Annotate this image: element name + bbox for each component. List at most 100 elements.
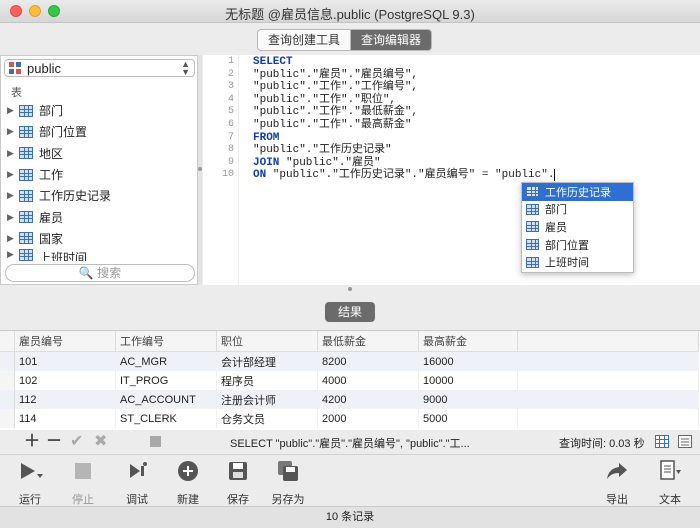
- table-name: 国家: [39, 231, 64, 246]
- chevron-updown-icon: ▲ ▼: [181, 59, 190, 77]
- tab-query-builder[interactable]: 查询创建工具: [258, 30, 350, 50]
- grid-header-row: 雇员编号 工作编号 职位 最低薪金 最高薪金: [0, 331, 699, 352]
- run-button[interactable]: 运行: [5, 459, 55, 507]
- grid-cell[interactable]: 仓务文员: [216, 409, 318, 428]
- disclosure-triangle-icon[interactable]: ▶: [7, 148, 15, 159]
- save-button[interactable]: 保存: [213, 459, 263, 507]
- autocomplete-item[interactable]: 雇员: [522, 218, 633, 236]
- sidebar-search-input[interactable]: 🔍 搜索: [5, 264, 195, 282]
- sql-text: "public"."工作历史记录": [253, 144, 392, 157]
- disclosure-triangle-icon[interactable]: ▶: [7, 126, 15, 137]
- table-name: 工作历史记录: [39, 189, 112, 204]
- tab-query-editor[interactable]: 查询编辑器: [350, 30, 432, 50]
- table-row[interactable]: 102 IT_PROG 程序员 4000 10000: [0, 371, 699, 390]
- grid-cell[interactable]: 5000: [418, 409, 518, 428]
- result-grid[interactable]: 雇员编号 工作编号 职位 最低薪金 最高薪金 101 AC_MGR 会计部经理 …: [0, 330, 700, 431]
- row-header[interactable]: [0, 351, 15, 371]
- grid-cell[interactable]: 4200: [317, 390, 419, 409]
- grid-cell[interactable]: 4000: [317, 371, 419, 390]
- stop-icon: [75, 463, 91, 479]
- grid-cell[interactable]: AC_ACCOUNT: [115, 390, 217, 409]
- table-item[interactable]: ▶ 工作历史记录: [1, 185, 197, 206]
- disclosure-triangle-icon[interactable]: ▶: [7, 249, 15, 260]
- sql-keyword: ON: [253, 169, 267, 182]
- table-item[interactable]: ▶ 上班时间: [1, 249, 197, 262]
- disclosure-triangle-icon[interactable]: ▶: [7, 190, 15, 201]
- new-button[interactable]: 新建: [163, 459, 213, 507]
- disclosure-triangle-icon[interactable]: ▶: [7, 105, 15, 116]
- table-row[interactable]: 112 AC_ACCOUNT 注册会计师 4200 9000: [0, 390, 699, 409]
- table-item[interactable]: ▶ 工作: [1, 164, 197, 185]
- grid-cell[interactable]: IT_PROG: [115, 371, 217, 390]
- schema-selector[interactable]: public ▲ ▼: [4, 59, 195, 77]
- grid-cell[interactable]: 16000: [418, 351, 518, 371]
- row-header-corner: [0, 331, 15, 352]
- grid-cell[interactable]: 程序员: [216, 371, 318, 390]
- autocomplete-item[interactable]: 工作历史记录: [522, 183, 633, 201]
- text-format-button[interactable]: 文本: [645, 459, 695, 507]
- save-as-button[interactable]: 另存为: [263, 459, 313, 507]
- form-view-icon[interactable]: [678, 435, 692, 448]
- splitter-handle-icon[interactable]: [198, 167, 202, 171]
- table-item[interactable]: ▶ 部门: [1, 100, 197, 121]
- table-item[interactable]: ▶ 雇员: [1, 206, 197, 227]
- table-item[interactable]: ▶ 部门位置: [1, 121, 197, 142]
- code-line: JOIN "public"."雇员": [253, 157, 555, 170]
- autocomplete-item[interactable]: 部门位置: [522, 236, 633, 254]
- text-format-label: 文本: [659, 494, 681, 506]
- row-header[interactable]: [0, 371, 15, 390]
- column-header[interactable]: 职位: [216, 331, 318, 352]
- run-label: 运行: [19, 494, 41, 506]
- grid-cell[interactable]: 会计部经理: [216, 351, 318, 371]
- grid-cell[interactable]: 10000: [418, 371, 518, 390]
- save-label: 保存: [227, 494, 249, 506]
- result-tab[interactable]: 结果: [325, 302, 375, 322]
- delete-record-icon[interactable]: －: [46, 434, 62, 450]
- autocomplete-item[interactable]: 部门: [522, 201, 633, 219]
- column-header[interactable]: 最低薪金: [317, 331, 419, 352]
- grid-cell[interactable]: 114: [14, 409, 116, 428]
- column-header[interactable]: 工作编号: [115, 331, 217, 352]
- disclosure-triangle-icon[interactable]: ▶: [7, 212, 15, 223]
- splitter-handle-icon[interactable]: [348, 287, 352, 291]
- debug-button[interactable]: 调试: [112, 459, 162, 507]
- table-row[interactable]: 101 AC_MGR 会计部经理 8200 16000: [0, 351, 699, 371]
- export-button[interactable]: 导出: [592, 459, 642, 507]
- grid-cell[interactable]: 112: [14, 390, 116, 409]
- sql-text: "public"."工作"."工作编号",: [253, 81, 419, 94]
- grid-cell[interactable]: 101: [14, 351, 116, 371]
- code-area[interactable]: SELECT "public"."雇员"."雇员编号", "public"."工…: [253, 55, 556, 182]
- code-line: "public"."工作"."工作编号",: [253, 81, 555, 94]
- text-cursor: [554, 169, 556, 182]
- sql-text: "public"."工作历史记录"."雇员编号" = "public".: [266, 169, 555, 182]
- grid-view-icon[interactable]: [655, 435, 669, 448]
- apply-changes-icon[interactable]: ✔: [70, 434, 83, 450]
- grid-cell[interactable]: 8200: [317, 351, 419, 371]
- autocomplete-item[interactable]: 上班时间: [522, 253, 633, 271]
- table-item[interactable]: ▶ 地区: [1, 143, 197, 164]
- column-header[interactable]: 雇员编号: [14, 331, 116, 352]
- add-record-icon[interactable]: ＋: [24, 434, 40, 450]
- grid-cell-empty: [517, 371, 699, 390]
- table-icon: [19, 211, 33, 224]
- column-header[interactable]: 最高薪金: [418, 331, 518, 352]
- row-header[interactable]: [0, 390, 15, 409]
- grid-cell[interactable]: 102: [14, 371, 116, 390]
- grid-cell[interactable]: AC_MGR: [115, 351, 217, 371]
- table-icon: [19, 189, 33, 202]
- row-header[interactable]: [0, 409, 15, 428]
- disclosure-triangle-icon[interactable]: ▶: [7, 169, 15, 180]
- line-number: 7: [227, 131, 234, 143]
- table-item[interactable]: ▶ 国家: [1, 228, 197, 249]
- grid-cell[interactable]: 2000: [317, 409, 419, 428]
- table-row[interactable]: 114 ST_CLERK 仓务文员 2000 5000: [0, 409, 699, 428]
- disclosure-triangle-icon[interactable]: ▶: [7, 233, 15, 244]
- stop-record-icon[interactable]: [150, 436, 161, 447]
- grid-cell[interactable]: 注册会计师: [216, 390, 318, 409]
- stop-button[interactable]: 停止: [58, 459, 108, 507]
- query-time: 查询时间: 0.03 秒: [559, 438, 645, 450]
- grid-cell[interactable]: ST_CLERK: [115, 409, 217, 428]
- discard-changes-icon[interactable]: ✖: [94, 434, 107, 450]
- line-number: 1: [227, 56, 234, 67]
- grid-cell[interactable]: 9000: [418, 390, 518, 409]
